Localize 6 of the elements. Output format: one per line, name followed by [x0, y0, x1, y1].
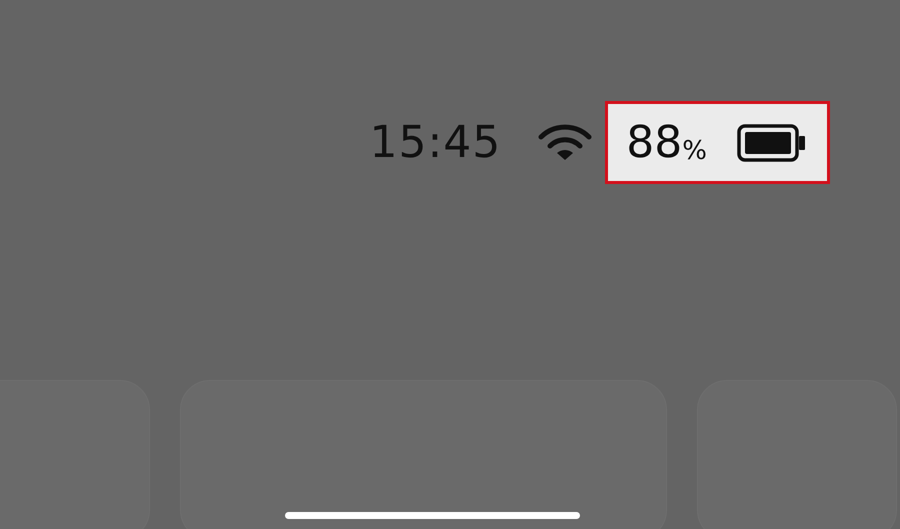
battery-icon	[737, 124, 807, 162]
battery-percent: 88	[626, 120, 682, 164]
clock-time: 15:45	[369, 120, 502, 164]
app-card[interactable]	[180, 380, 667, 529]
percent-sign: %	[682, 138, 707, 164]
wifi-icon	[537, 122, 594, 162]
